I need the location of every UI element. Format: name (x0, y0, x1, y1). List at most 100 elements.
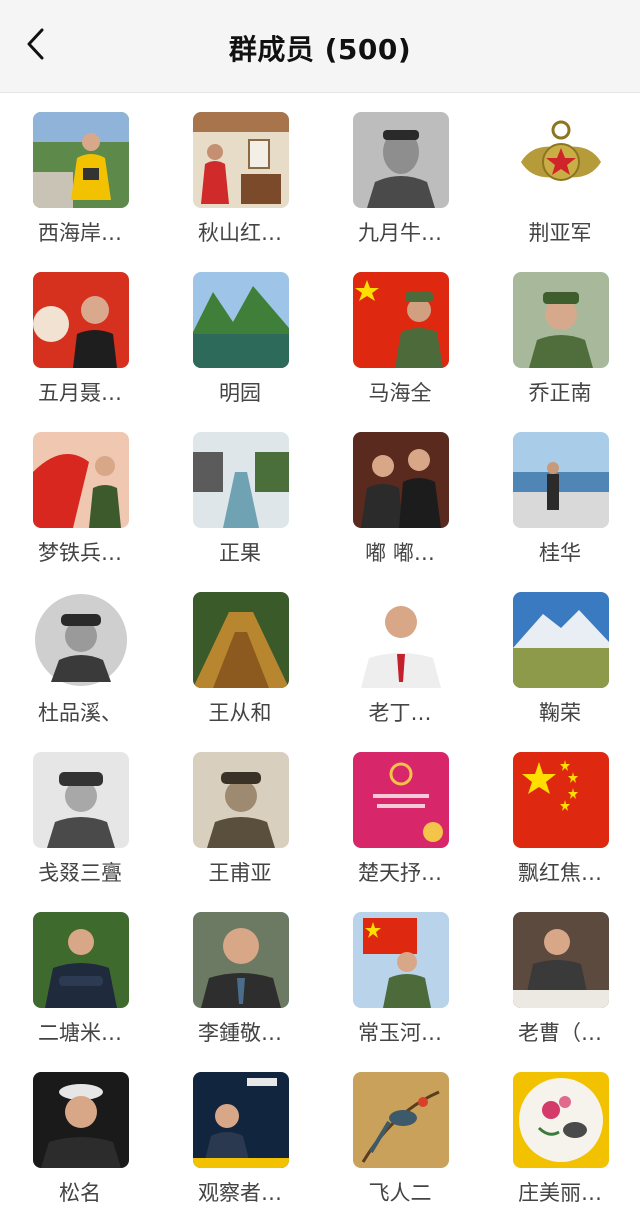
avatar (353, 912, 449, 1008)
member-item[interactable]: 李鍾敬… (160, 892, 320, 1052)
member-item[interactable]: 王从和 (160, 572, 320, 732)
member-name: 九月牛… (358, 221, 442, 245)
photo-sepia-soldier-icon (193, 752, 289, 848)
member-name: 二塘米… (38, 1021, 122, 1045)
member-name: 荆亚军 (528, 221, 592, 245)
avatar (193, 1072, 289, 1168)
avatar (513, 272, 609, 368)
avatar (353, 112, 449, 208)
member-item[interactable]: 杜品溪、 (0, 572, 160, 732)
member-name: 明园 (219, 381, 261, 405)
photo-woman-red-room-icon (193, 112, 289, 208)
member-name: 马海全 (368, 381, 432, 405)
member-name: 观察者… (198, 1181, 282, 1205)
photo-man-white-hat-icon (33, 1072, 129, 1168)
member-item[interactable]: 二塘米… (0, 892, 160, 1052)
avatar (513, 752, 609, 848)
member-item[interactable]: 松名 (0, 1052, 160, 1212)
avatar (33, 1072, 129, 1168)
page-title: 群成员 (500) (228, 33, 412, 66)
member-name: 梦铁兵… (38, 541, 122, 565)
photo-man-red-tie-icon (353, 592, 449, 688)
member-item[interactable]: 老丁… (320, 572, 480, 732)
member-item[interactable]: 庄美丽… (480, 1052, 640, 1212)
member-item[interactable]: 飞人二 (320, 1052, 480, 1212)
party-book-cover-icon (353, 752, 449, 848)
avatar (33, 752, 129, 848)
avatar (513, 112, 609, 208)
member-item[interactable]: 马海全 (320, 252, 480, 412)
member-name: 杜品溪、 (38, 701, 122, 725)
top-navigation-bar: 群成员 (500) (0, 0, 640, 93)
member-item[interactable]: 荆亚军 (480, 92, 640, 252)
avatar (193, 912, 289, 1008)
member-item[interactable]: 鞠荣 (480, 572, 640, 732)
photo-woman-red-decor-icon (33, 272, 129, 368)
member-name: 五月聂… (38, 381, 122, 405)
member-name: 王甫亚 (208, 861, 272, 885)
member-name: 正果 (219, 541, 261, 565)
member-item[interactable]: 嘟 嘟… (320, 412, 480, 572)
member-name: 鞠荣 (539, 701, 581, 725)
member-name: 老丁… (368, 701, 432, 725)
member-name: 桂华 (539, 541, 581, 565)
avatar (513, 432, 609, 528)
member-item[interactable]: 王甫亚 (160, 732, 320, 892)
member-item[interactable]: 桂华 (480, 412, 640, 572)
photo-landscape-lake-icon (193, 272, 289, 368)
avatar (33, 592, 129, 688)
avatar (513, 592, 609, 688)
avatar (193, 592, 289, 688)
photo-canal-town-icon (193, 432, 289, 528)
member-item[interactable]: 飘红焦… (480, 732, 640, 892)
photo-autumn-road-icon (193, 592, 289, 688)
painting-flowers-icon (513, 1072, 609, 1168)
avatar (193, 112, 289, 208)
avatar (33, 912, 129, 1008)
avatar (193, 752, 289, 848)
avatar (353, 1072, 449, 1168)
photo-man-arms-crossed-icon (33, 912, 129, 1008)
member-name: 楚天抒… (358, 861, 442, 885)
avatar (193, 432, 289, 528)
member-item[interactable]: 九月牛… (320, 92, 480, 252)
member-name: 庄美丽… (518, 1181, 602, 1205)
member-item[interactable]: 老曹（… (480, 892, 640, 1052)
army-emblem-icon (513, 112, 609, 208)
member-name: 松名 (59, 1181, 101, 1205)
member-name: 秋山红… (198, 221, 282, 245)
avatar (33, 432, 129, 528)
member-item[interactable]: 明园 (160, 252, 320, 412)
member-item[interactable]: 常玉河… (320, 892, 480, 1052)
photo-man-dinner-icon (513, 912, 609, 1008)
member-item[interactable]: 乔正南 (480, 252, 640, 412)
member-name: 飞人二 (368, 1181, 432, 1205)
photo-soldier-poster-icon (33, 432, 129, 528)
member-name: 嘟 嘟… (365, 541, 435, 565)
member-item[interactable]: 正果 (160, 412, 320, 572)
member-item[interactable]: 五月聂… (0, 252, 160, 412)
photo-bw-soldier-portrait-icon (353, 112, 449, 208)
member-name: 西海岸… (38, 221, 122, 245)
member-name: 乔正南 (528, 381, 592, 405)
member-item[interactable]: 西海岸… (0, 92, 160, 252)
member-item[interactable]: 观察者… (160, 1052, 320, 1212)
member-name: 李鍾敬… (198, 1021, 282, 1045)
avatar (513, 912, 609, 1008)
avatar (33, 112, 129, 208)
photo-soldier-red-flag-icon (353, 912, 449, 1008)
photo-man-yellow-jacket-icon (33, 112, 129, 208)
avatar (513, 1072, 609, 1168)
avatar (193, 272, 289, 368)
member-name: 王从和 (208, 701, 272, 725)
photo-poster-man-icon (193, 1072, 289, 1168)
member-item[interactable]: 戋叕三亹 (0, 732, 160, 892)
photo-soldier-flag-icon (353, 272, 449, 368)
photo-two-men-icon (353, 432, 449, 528)
member-item[interactable]: 楚天抒… (320, 732, 480, 892)
photo-old-man-suit-icon (193, 912, 289, 1008)
member-item[interactable]: 梦铁兵… (0, 412, 160, 572)
photo-soldier-green-icon (513, 272, 609, 368)
member-item[interactable]: 秋山红… (160, 92, 320, 252)
avatar (353, 592, 449, 688)
